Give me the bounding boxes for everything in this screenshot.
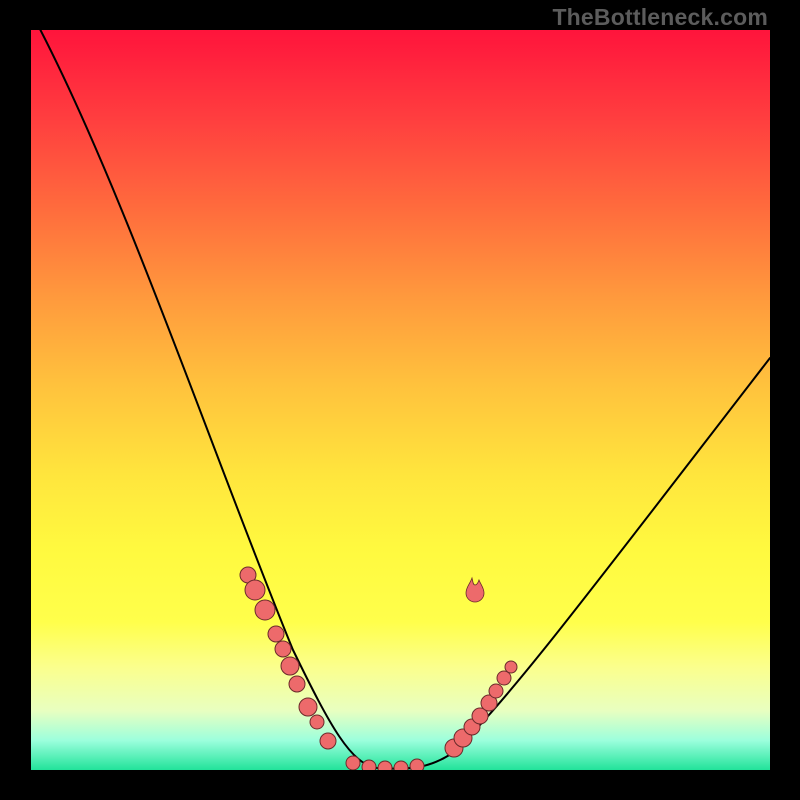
marker-right-7 — [505, 661, 517, 673]
marker-bottom-3 — [394, 761, 408, 770]
marker-left-4 — [275, 641, 291, 657]
marker-bottom-2 — [378, 761, 392, 770]
marker-bottom-1 — [362, 760, 376, 770]
chart-svg — [31, 30, 770, 770]
marker-left-6 — [289, 676, 305, 692]
watermark-text: TheBottleneck.com — [552, 4, 768, 31]
marker-left-3 — [268, 626, 284, 642]
marker-left-5 — [281, 657, 299, 675]
chart-frame: TheBottleneck.com — [0, 0, 800, 800]
plot-area — [31, 30, 770, 770]
marker-right-5 — [489, 684, 503, 698]
marker-left-1 — [245, 580, 265, 600]
marker-bottom-0 — [346, 756, 360, 770]
flame-icon — [466, 578, 484, 602]
marker-left-9 — [320, 733, 336, 749]
marker-left-8 — [310, 715, 324, 729]
bottleneck-curve — [31, 30, 770, 769]
marker-left-2 — [255, 600, 275, 620]
marker-bottom-4 — [410, 759, 424, 770]
marker-left-7 — [299, 698, 317, 716]
